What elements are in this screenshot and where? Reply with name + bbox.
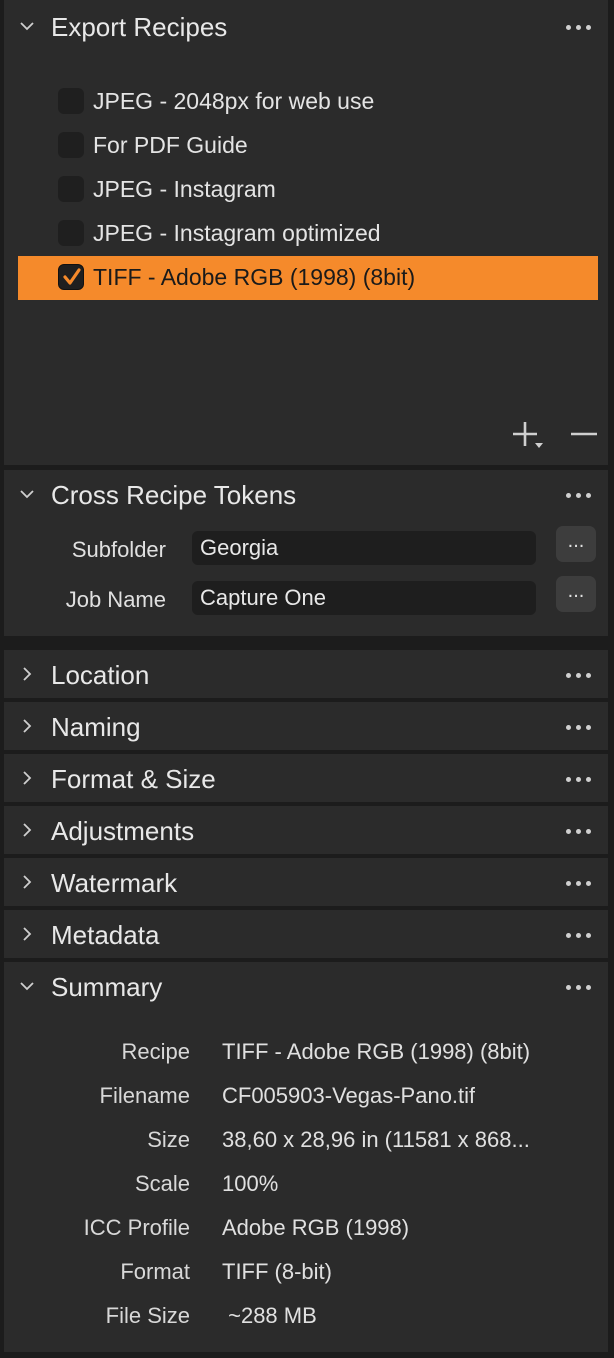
format-size-header[interactable]: Format & Size xyxy=(4,754,608,804)
more-options-icon[interactable] xyxy=(566,985,592,991)
chevron-right-icon[interactable] xyxy=(18,925,36,943)
summary-row-format: Format TIFF (8-bit) xyxy=(4,1259,608,1295)
more-options-icon[interactable] xyxy=(566,777,592,783)
export-recipes-panel: Export Recipes JPEG - 2048px for web use… xyxy=(4,0,608,465)
summary-value: Adobe RGB (1998) xyxy=(222,1215,410,1240)
recipe-checkbox[interactable] xyxy=(58,176,84,202)
summary-label: File Size xyxy=(105,1303,190,1328)
format-size-panel: Format & Size xyxy=(4,754,608,802)
more-options-icon[interactable] xyxy=(566,881,592,887)
format-size-title: Format & Size xyxy=(51,764,216,794)
naming-panel: Naming xyxy=(4,702,608,750)
summary-label: Scale xyxy=(134,1171,190,1196)
adjustments-panel: Adjustments xyxy=(4,806,608,854)
subfolder-input[interactable] xyxy=(192,531,536,565)
export-recipes-header[interactable]: Export Recipes xyxy=(4,2,608,52)
chevron-down-icon[interactable] xyxy=(18,977,36,995)
export-recipes-title: Export Recipes xyxy=(51,12,228,42)
recipe-item-selected[interactable]: TIFF - Adobe RGB (1998) (8bit) xyxy=(18,256,598,300)
recipe-label: JPEG - Instagram optimized xyxy=(93,220,381,246)
summary-label: ICC Profile xyxy=(83,1215,190,1240)
adjustments-title: Adjustments xyxy=(51,816,195,846)
recipe-checkbox[interactable] xyxy=(58,220,84,246)
recipe-checkbox-checked[interactable] xyxy=(58,264,84,290)
cross-recipe-tokens-panel: Cross Recipe Tokens Subfolder ... Job Na… xyxy=(4,470,608,636)
chevron-right-icon[interactable] xyxy=(18,665,36,683)
more-options-icon[interactable] xyxy=(566,829,592,835)
more-options-icon[interactable] xyxy=(566,25,592,31)
subfolder-label: Subfolder xyxy=(71,537,166,562)
chevron-right-icon[interactable] xyxy=(18,717,36,735)
more-options-icon[interactable] xyxy=(566,725,592,731)
summary-label: Filename xyxy=(99,1083,190,1108)
location-title: Location xyxy=(51,660,150,690)
metadata-title: Metadata xyxy=(51,920,160,950)
chevron-down-icon[interactable] xyxy=(18,485,36,503)
chevron-right-icon[interactable] xyxy=(18,821,36,839)
recipe-label: JPEG - 2048px for web use xyxy=(93,88,375,114)
job-name-row: Job Name ... xyxy=(4,576,608,621)
more-options-icon[interactable] xyxy=(566,933,592,939)
summary-value: CF005903-Vegas-Pano.tif xyxy=(222,1083,476,1108)
summary-row-size: Size 38,60 x 28,96 in (11581 x 868... xyxy=(4,1127,608,1163)
summary-row-file-size: File Size ~288 MB xyxy=(4,1303,608,1339)
watermark-header[interactable]: Watermark xyxy=(4,858,608,908)
recipe-label: JPEG - Instagram xyxy=(93,176,276,202)
summary-label: Recipe xyxy=(121,1039,190,1064)
summary-label: Format xyxy=(120,1259,190,1284)
subfolder-token-button[interactable]: ... xyxy=(556,526,596,562)
summary-row-filename: Filename CF005903-Vegas-Pano.tif xyxy=(4,1083,608,1119)
metadata-header[interactable]: Metadata xyxy=(4,910,608,960)
recipe-list: JPEG - 2048px for web use For PDF Guide … xyxy=(18,80,598,300)
summary-row-recipe: Recipe TIFF - Adobe RGB (1998) (8bit) xyxy=(4,1039,608,1075)
more-options-icon[interactable] xyxy=(566,673,592,679)
summary-row-icc-profile: ICC Profile Adobe RGB (1998) xyxy=(4,1215,608,1251)
cross-recipe-tokens-header[interactable]: Cross Recipe Tokens xyxy=(4,470,608,520)
location-panel: Location xyxy=(4,650,608,698)
summary-value: 38,60 x 28,96 in (11581 x 868... xyxy=(222,1127,530,1152)
recipe-item[interactable]: JPEG - Instagram xyxy=(18,168,598,212)
recipe-label: For PDF Guide xyxy=(93,132,248,158)
summary-panel: Summary Recipe TIFF - Adobe RGB (1998) (… xyxy=(4,962,608,1352)
summary-row-scale: Scale 100% xyxy=(4,1171,608,1207)
recipe-label: TIFF - Adobe RGB (1998) (8bit) xyxy=(93,264,416,290)
naming-title: Naming xyxy=(51,712,141,742)
location-header[interactable]: Location xyxy=(4,650,608,700)
chevron-right-icon[interactable] xyxy=(18,769,36,787)
recipe-item[interactable]: JPEG - 2048px for web use xyxy=(18,80,598,124)
naming-header[interactable]: Naming xyxy=(4,702,608,752)
summary-value: TIFF - Adobe RGB (1998) (8bit) xyxy=(222,1039,531,1064)
adjustments-header[interactable]: Adjustments xyxy=(4,806,608,856)
job-name-token-button[interactable]: ... xyxy=(556,576,596,612)
recipe-checkbox[interactable] xyxy=(58,88,84,114)
watermark-title: Watermark xyxy=(51,868,178,898)
chevron-down-icon[interactable] xyxy=(18,17,36,35)
cross-recipe-tokens-title: Cross Recipe Tokens xyxy=(51,480,297,510)
job-name-label: Job Name xyxy=(65,587,166,612)
summary-value: 100% xyxy=(222,1171,279,1196)
chevron-right-icon[interactable] xyxy=(18,873,36,891)
subfolder-row: Subfolder ... xyxy=(4,526,608,571)
recipe-item[interactable]: For PDF Guide xyxy=(18,124,598,168)
recipe-checkbox[interactable] xyxy=(58,132,84,158)
summary-value: TIFF (8-bit) xyxy=(222,1259,332,1284)
watermark-panel: Watermark xyxy=(4,858,608,906)
metadata-panel: Metadata xyxy=(4,910,608,958)
summary-value: ~288 MB xyxy=(222,1303,317,1328)
job-name-input[interactable] xyxy=(192,581,536,615)
summary-header[interactable]: Summary xyxy=(4,962,608,1012)
checkmark-icon xyxy=(63,268,81,285)
summary-label: Size xyxy=(147,1127,190,1152)
add-recipe-icon[interactable] xyxy=(509,418,543,452)
more-options-icon[interactable] xyxy=(566,493,592,499)
remove-recipe-icon[interactable] xyxy=(567,418,601,452)
recipe-item[interactable]: JPEG - Instagram optimized xyxy=(18,212,598,256)
summary-title: Summary xyxy=(51,972,163,1002)
